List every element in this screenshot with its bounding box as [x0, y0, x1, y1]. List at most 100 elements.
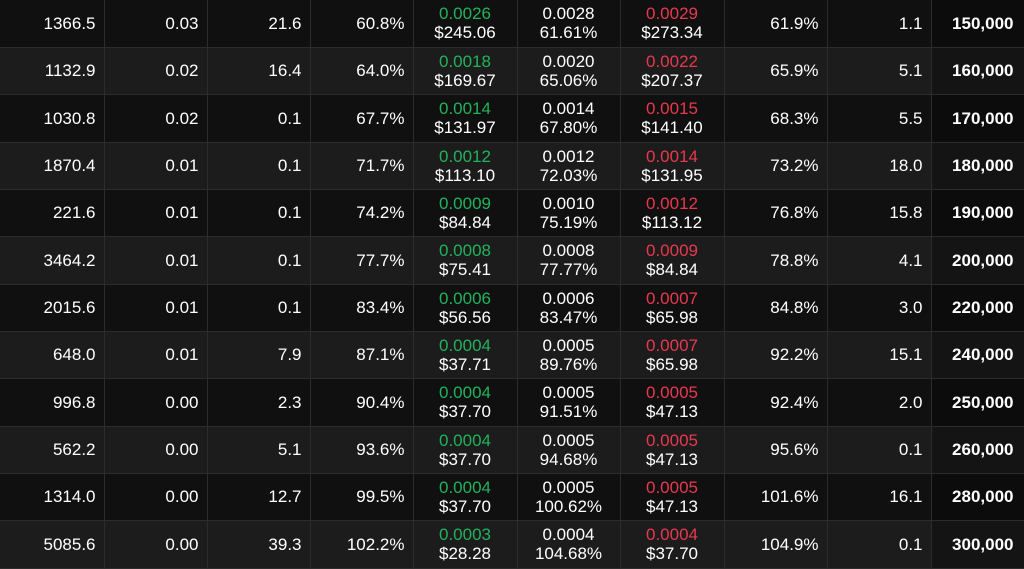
- table-row[interactable]: 1366.5 0.03 21.6 60.8% 0.0026 $245.06 0.…: [0, 0, 1024, 48]
- open-interest-cell: 1314.0: [0, 473, 105, 521]
- bid-price-cell[interactable]: 0.0006 $56.56: [413, 284, 518, 332]
- open-interest-cell: 3464.2: [0, 236, 105, 285]
- bid-iv-cell: 77.7%: [310, 236, 414, 285]
- bid-price-cell[interactable]: 0.0004 $37.70: [413, 473, 518, 521]
- mark-price-cell: 0.0010 75.19%: [517, 189, 621, 237]
- bid-iv-cell: 102.2%: [310, 520, 414, 569]
- table-row[interactable]: 221.6 0.01 0.1 74.2% 0.0009 $84.84 0.001…: [0, 189, 1024, 237]
- bid-price-cell[interactable]: 0.0004 $37.70: [413, 426, 518, 474]
- delta-cell: 0.02: [104, 47, 208, 95]
- bid-iv-cell: 74.2%: [310, 189, 414, 237]
- table-row[interactable]: 562.2 0.00 5.1 93.6% 0.0004 $37.70 0.000…: [0, 426, 1024, 474]
- ask-size-cell: 15.8: [827, 189, 932, 237]
- ask-price: 0.0029: [646, 4, 698, 24]
- ask-price: 0.0005: [646, 383, 698, 402]
- strike-price-cell: 220,000: [931, 284, 1024, 332]
- ask-iv-cell: 78.8%: [724, 236, 828, 285]
- mark-price: 0.0005: [542, 477, 595, 497]
- bid-price: 0.0026: [439, 4, 491, 24]
- bid-price-usd: $56.56: [439, 307, 491, 327]
- bid-price: 0.0006: [439, 288, 491, 308]
- bid-price: 0.0008: [439, 241, 491, 260]
- bid-price-cell[interactable]: 0.0003 $28.28: [413, 520, 518, 569]
- ask-iv-cell: 76.8%: [724, 189, 828, 237]
- ask-price-cell[interactable]: 0.0012 $113.12: [620, 189, 725, 237]
- bid-price-usd: $28.28: [439, 544, 491, 563]
- mark-price: 0.0008: [542, 241, 595, 260]
- bid-price-cell[interactable]: 0.0018 $169.67: [413, 47, 518, 95]
- bid-price: 0.0003: [439, 525, 491, 544]
- ask-price-cell[interactable]: 0.0014 $131.95: [620, 142, 725, 190]
- ask-price-cell[interactable]: 0.0004 $37.70: [620, 520, 725, 569]
- open-interest-cell: 1030.8: [0, 94, 105, 143]
- ask-size-cell: 15.1: [827, 331, 932, 379]
- ask-price-usd: $84.84: [646, 260, 698, 279]
- delta-cell: 0.01: [104, 236, 208, 285]
- mark-iv: 61.61%: [539, 23, 598, 43]
- ask-iv-cell: 101.6%: [724, 473, 828, 521]
- delta-cell: 0.01: [104, 331, 208, 379]
- size-cell: 0.1: [207, 236, 311, 285]
- open-interest-cell: 648.0: [0, 331, 105, 379]
- ask-price-usd: $65.98: [646, 307, 698, 327]
- mark-iv: 77.77%: [539, 260, 598, 279]
- bid-price-cell[interactable]: 0.0014 $131.97: [413, 94, 518, 143]
- ask-price-usd: $273.34: [641, 23, 703, 43]
- bid-price: 0.0009: [439, 193, 491, 213]
- strike-price-cell: 180,000: [931, 142, 1024, 190]
- table-row[interactable]: 1314.0 0.00 12.7 99.5% 0.0004 $37.70 0.0…: [0, 473, 1024, 521]
- size-cell: 16.4: [207, 47, 311, 95]
- ask-price: 0.0014: [646, 146, 698, 166]
- ask-price-usd: $65.98: [646, 354, 698, 374]
- ask-price-cell[interactable]: 0.0022 $207.37: [620, 47, 725, 95]
- ask-size-cell: 16.1: [827, 473, 932, 521]
- open-interest-cell: 2015.6: [0, 284, 105, 332]
- mark-iv: 75.19%: [539, 212, 598, 232]
- ask-iv-cell: 92.4%: [724, 378, 828, 427]
- bid-price: 0.0018: [439, 51, 491, 71]
- ask-price-cell[interactable]: 0.0015 $141.40: [620, 94, 725, 143]
- ask-price-cell[interactable]: 0.0009 $84.84: [620, 236, 725, 285]
- bid-price-cell[interactable]: 0.0012 $113.10: [413, 142, 518, 190]
- table-row[interactable]: 2015.6 0.01 0.1 83.4% 0.0006 $56.56 0.00…: [0, 284, 1024, 332]
- ask-price-cell[interactable]: 0.0005 $47.13: [620, 473, 725, 521]
- table-row[interactable]: 1870.4 0.01 0.1 71.7% 0.0012 $113.10 0.0…: [0, 142, 1024, 190]
- size-cell: 12.7: [207, 473, 311, 521]
- size-cell: 39.3: [207, 520, 311, 569]
- ask-price-cell[interactable]: 0.0007 $65.98: [620, 331, 725, 379]
- bid-price-usd: $131.97: [434, 118, 496, 137]
- bid-iv-cell: 71.7%: [310, 142, 414, 190]
- bid-iv-cell: 90.4%: [310, 378, 414, 427]
- bid-price-cell[interactable]: 0.0026 $245.06: [413, 0, 518, 48]
- table-row[interactable]: 996.8 0.00 2.3 90.4% 0.0004 $37.70 0.000…: [0, 378, 1024, 427]
- table-row[interactable]: 3464.2 0.01 0.1 77.7% 0.0008 $75.41 0.00…: [0, 236, 1024, 285]
- bid-iv-cell: 64.0%: [310, 47, 414, 95]
- bid-price-cell[interactable]: 0.0008 $75.41: [413, 236, 518, 285]
- bid-price: 0.0004: [439, 477, 491, 497]
- size-cell: 0.1: [207, 142, 311, 190]
- ask-price-usd: $113.12: [641, 212, 703, 232]
- table-row[interactable]: 5085.6 0.00 39.3 102.2% 0.0003 $28.28 0.…: [0, 520, 1024, 569]
- ask-price-cell[interactable]: 0.0029 $273.34: [620, 0, 725, 48]
- ask-price-cell[interactable]: 0.0005 $47.13: [620, 426, 725, 474]
- bid-price: 0.0012: [439, 146, 491, 166]
- bid-price: 0.0004: [439, 335, 491, 355]
- bid-iv-cell: 87.1%: [310, 331, 414, 379]
- strike-price-cell: 160,000: [931, 47, 1024, 95]
- ask-size-cell: 18.0: [827, 142, 932, 190]
- open-interest-cell: 5085.6: [0, 520, 105, 569]
- mark-price: 0.0014: [542, 99, 595, 118]
- bid-price-cell[interactable]: 0.0004 $37.70: [413, 378, 518, 427]
- ask-size-cell: 4.1: [827, 236, 932, 285]
- ask-price-cell[interactable]: 0.0007 $65.98: [620, 284, 725, 332]
- bid-price-cell[interactable]: 0.0004 $37.71: [413, 331, 518, 379]
- ask-price-cell[interactable]: 0.0005 $47.13: [620, 378, 725, 427]
- table-row[interactable]: 1030.8 0.02 0.1 67.7% 0.0014 $131.97 0.0…: [0, 94, 1024, 143]
- mark-price: 0.0020: [542, 51, 595, 71]
- open-interest-cell: 221.6: [0, 189, 105, 237]
- bid-price-cell[interactable]: 0.0009 $84.84: [413, 189, 518, 237]
- bid-price: 0.0014: [439, 99, 491, 118]
- table-row[interactable]: 1132.9 0.02 16.4 64.0% 0.0018 $169.67 0.…: [0, 47, 1024, 95]
- table-row[interactable]: 648.0 0.01 7.9 87.1% 0.0004 $37.71 0.000…: [0, 331, 1024, 379]
- ask-iv-cell: 95.6%: [724, 426, 828, 474]
